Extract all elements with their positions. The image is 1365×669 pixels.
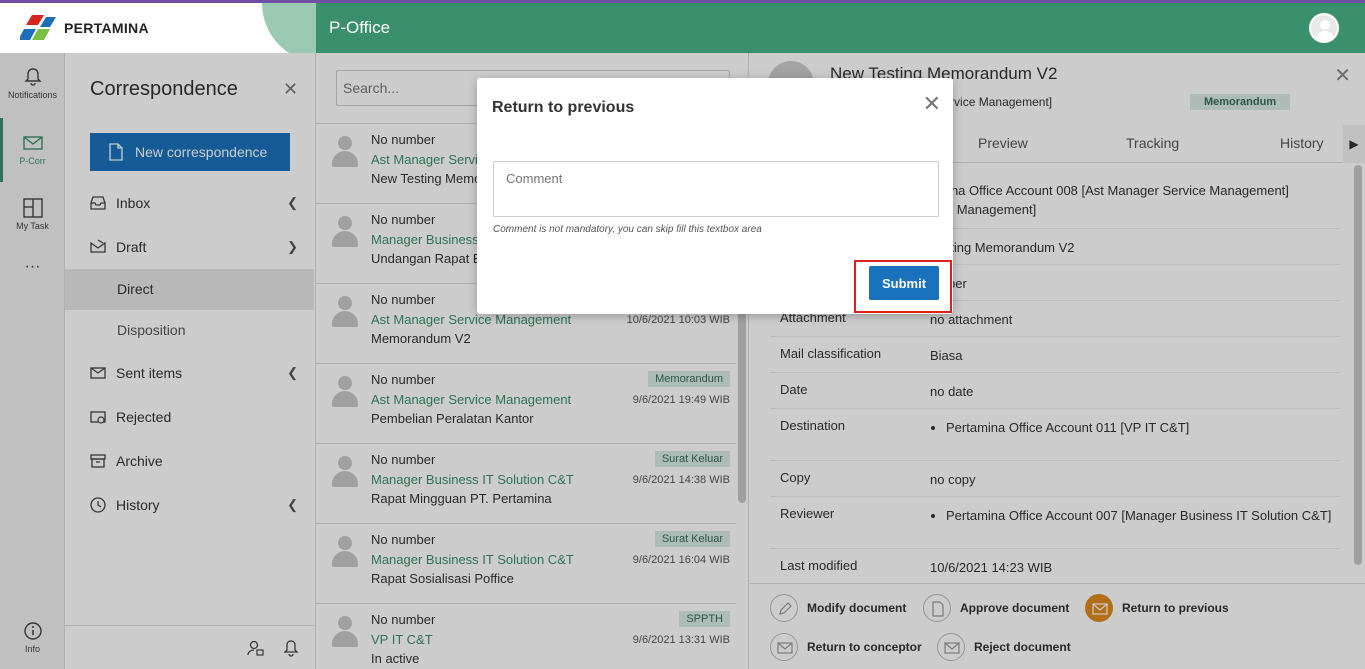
app-title: P-Office	[329, 18, 391, 37]
dialog-title: Return to previous	[492, 99, 635, 116]
submit-button[interactable]: Submit	[869, 266, 939, 300]
comment-field[interactable]	[493, 161, 939, 217]
close-icon[interactable]: ✕	[923, 92, 941, 117]
return-to-previous-dialog: Return to previous ✕ Comment is not mand…	[477, 78, 953, 314]
logo-area: PERTAMINA	[0, 3, 316, 53]
logo-curve	[262, 3, 316, 53]
brand-name: PERTAMINA	[64, 20, 149, 36]
comment-hint: Comment is not mandatory, you can skip f…	[493, 224, 762, 235]
user-avatar[interactable]	[1309, 13, 1339, 43]
app-header: P-Office	[316, 3, 1365, 53]
pertamina-logo-icon	[20, 15, 56, 40]
